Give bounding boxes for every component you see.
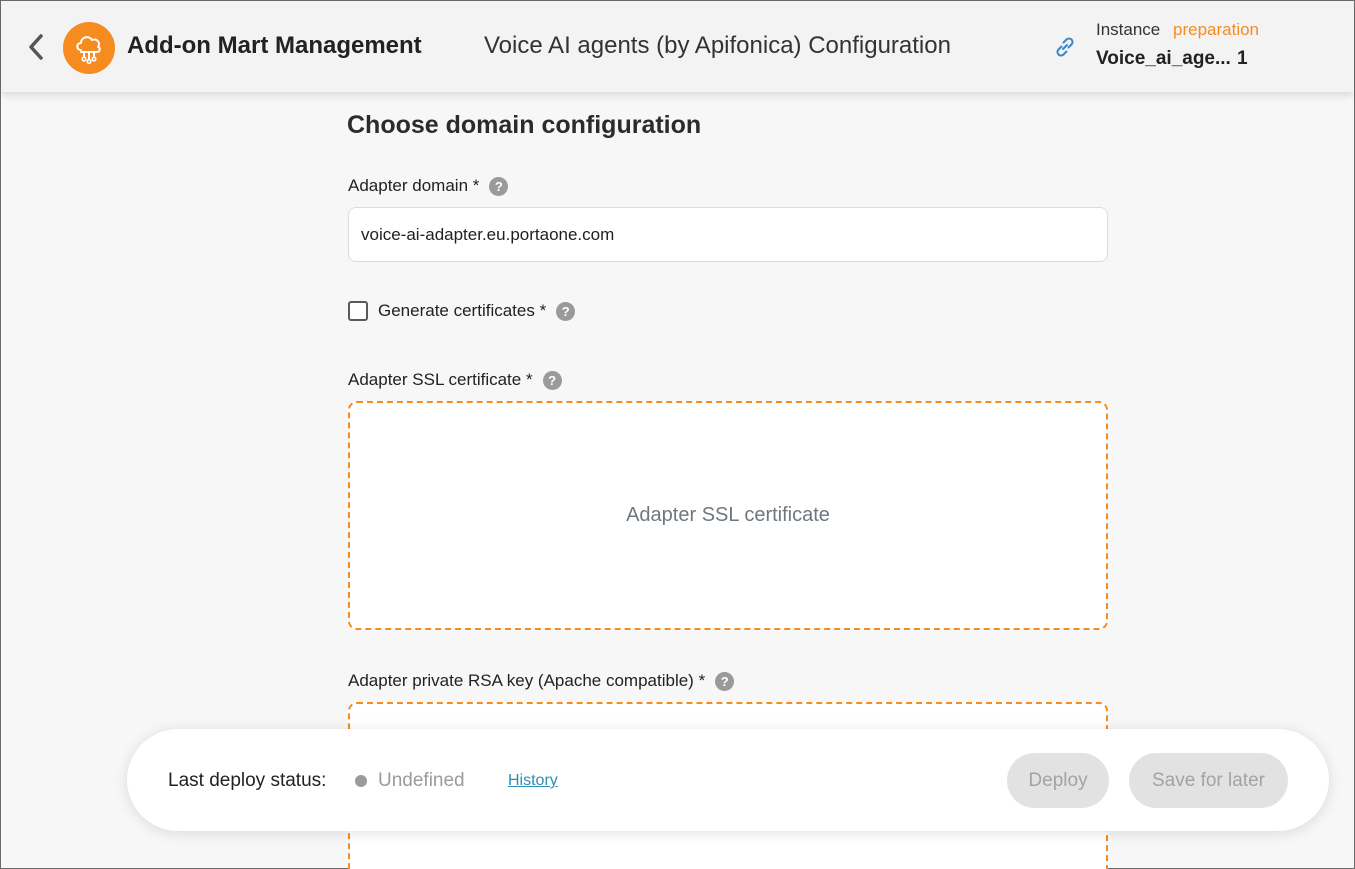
deploy-footer-bar: Last deploy status: Undefined History De… bbox=[127, 729, 1329, 831]
deploy-button[interactable]: Deploy bbox=[1007, 753, 1109, 808]
status-dot-icon bbox=[355, 775, 367, 787]
link-icon bbox=[1056, 37, 1074, 57]
chevron-left-icon bbox=[29, 34, 43, 60]
generate-certificates-label: Generate certificates * ? bbox=[378, 301, 576, 321]
top-header: Add-on Mart Management Voice AI agents (… bbox=[1, 1, 1354, 92]
cloud-network-icon bbox=[76, 36, 101, 65]
app-logo bbox=[63, 22, 115, 74]
app-title: Add-on Mart Management bbox=[127, 32, 422, 59]
rsa-key-label-text: Adapter private RSA key (Apache compatib… bbox=[348, 671, 706, 690]
instance-count: 1 bbox=[1237, 48, 1248, 69]
adapter-domain-label-text: Adapter domain * bbox=[348, 176, 480, 195]
help-icon[interactable]: ? bbox=[715, 671, 735, 691]
generate-certificates-label-text: Generate certificates * bbox=[378, 301, 547, 320]
help-icon[interactable]: ? bbox=[542, 370, 562, 390]
section-title: Choose domain configuration bbox=[347, 111, 702, 139]
help-icon[interactable]: ? bbox=[489, 176, 509, 196]
back-button[interactable] bbox=[23, 31, 49, 63]
rsa-key-label: Adapter private RSA key (Apache compatib… bbox=[348, 671, 735, 691]
ssl-certificate-label: Adapter SSL certificate * ? bbox=[348, 370, 562, 390]
generate-certificates-checkbox[interactable] bbox=[348, 301, 368, 321]
save-for-later-button[interactable]: Save for later bbox=[1129, 753, 1288, 808]
history-link[interactable]: History bbox=[508, 772, 558, 790]
adapter-domain-input[interactable] bbox=[348, 207, 1108, 262]
instance-link-button[interactable] bbox=[1053, 35, 1077, 59]
ssl-certificate-dropzone[interactable]: Adapter SSL certificate bbox=[348, 401, 1108, 630]
ssl-certificate-placeholder: Adapter SSL certificate bbox=[626, 504, 830, 526]
instance-name: Voice_ai_age... bbox=[1096, 48, 1231, 69]
ssl-certificate-label-text: Adapter SSL certificate * bbox=[348, 370, 533, 389]
instance-label: Instance bbox=[1096, 20, 1161, 39]
adapter-domain-label: Adapter domain * ? bbox=[348, 176, 509, 196]
deploy-status-label: Last deploy status: bbox=[168, 770, 327, 791]
help-icon[interactable]: ? bbox=[556, 301, 576, 321]
deploy-status-value: Undefined bbox=[378, 770, 465, 791]
page-subtitle: Voice AI agents (by Apifonica) Configura… bbox=[484, 32, 951, 59]
instance-status: preparation bbox=[1173, 20, 1260, 39]
